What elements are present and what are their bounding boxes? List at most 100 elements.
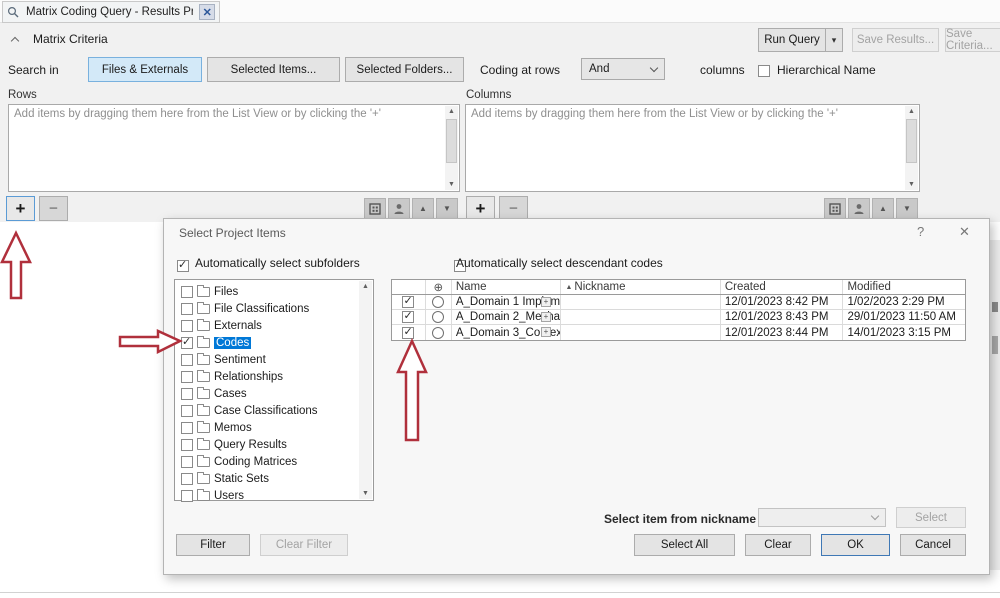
column-header-nickname[interactable]: ▲ Nickname bbox=[561, 280, 720, 294]
row-radio-button[interactable] bbox=[432, 296, 444, 308]
row-expand-icon[interactable]: + bbox=[541, 297, 551, 307]
row-radio-button[interactable] bbox=[432, 327, 444, 339]
tree-item-cases[interactable]: Cases bbox=[181, 386, 357, 402]
tree-item-checkbox[interactable] bbox=[181, 371, 193, 383]
scroll-up-icon[interactable]: ▲ bbox=[362, 283, 369, 290]
tree-item-users[interactable]: Users bbox=[181, 488, 357, 504]
ok-button[interactable]: OK bbox=[821, 534, 890, 556]
select-button[interactable]: Select bbox=[896, 507, 966, 528]
run-query-button[interactable]: Run Query bbox=[758, 28, 826, 52]
scope-files-externals-label: Files & Externals bbox=[102, 64, 188, 76]
matrix-grid-icon bbox=[829, 203, 841, 215]
tree-item-checkbox[interactable] bbox=[181, 303, 193, 315]
tree-item-query-results[interactable]: Query Results bbox=[181, 437, 357, 453]
tree-item-relationships[interactable]: Relationships bbox=[181, 369, 357, 385]
rows-scrollbar-thumb[interactable] bbox=[446, 119, 457, 163]
auto-select-subfolders-checkbox[interactable] bbox=[177, 260, 189, 272]
save-results-button[interactable]: Save Results... bbox=[852, 28, 939, 52]
rows-user-button[interactable] bbox=[388, 198, 410, 219]
column-header-name[interactable]: Name bbox=[452, 280, 562, 294]
tree-item-files[interactable]: Files bbox=[181, 284, 357, 300]
checkbox-column-header[interactable] bbox=[392, 280, 426, 294]
scroll-up-icon[interactable]: ▲ bbox=[448, 108, 455, 115]
tree-item-checkbox[interactable] bbox=[181, 405, 193, 417]
dialog-close-icon[interactable]: ✕ bbox=[959, 224, 970, 240]
expand-all-column-header[interactable]: ⊕ bbox=[426, 280, 452, 294]
tree-item-checkbox[interactable] bbox=[181, 422, 193, 434]
rows-move-up-button[interactable]: ▲ bbox=[412, 198, 434, 219]
scroll-down-icon[interactable]: ▼ bbox=[362, 490, 369, 497]
tree-item-sentiment[interactable]: Sentiment bbox=[181, 352, 357, 368]
clear-button[interactable]: Clear bbox=[745, 534, 811, 556]
columns-move-down-button[interactable]: ▼ bbox=[896, 198, 918, 219]
minus-icon: − bbox=[49, 200, 58, 217]
tab-close-icon[interactable]: ✕ bbox=[199, 4, 215, 20]
help-icon[interactable]: ? bbox=[917, 224, 924, 239]
row-created-cell: 12/01/2023 8:43 PM bbox=[721, 310, 844, 324]
columns-user-button[interactable] bbox=[848, 198, 870, 219]
row-created-cell: 12/01/2023 8:44 PM bbox=[721, 325, 844, 340]
tree-item-coding-matrices[interactable]: Coding Matrices bbox=[181, 454, 357, 470]
run-query-dropdown-button[interactable]: ▾ bbox=[825, 28, 843, 52]
row-checkbox[interactable] bbox=[402, 327, 414, 339]
scope-selected-items-label: Selected Items... bbox=[231, 64, 317, 76]
tree-item-case-classifications[interactable]: Case Classifications bbox=[181, 403, 357, 419]
folder-tree-scrollbar[interactable]: ▲ ▼ bbox=[359, 281, 372, 499]
filter-button[interactable]: Filter bbox=[176, 534, 250, 556]
tree-item-codes[interactable]: Codes bbox=[181, 335, 357, 351]
columns-drop-panel[interactable]: Add items by dragging them here from the… bbox=[465, 104, 920, 192]
row-expand-icon[interactable]: + bbox=[541, 312, 551, 322]
column-header-modified[interactable]: Modified bbox=[843, 280, 965, 294]
save-criteria-button[interactable]: Save Criteria... bbox=[945, 28, 1000, 52]
scroll-down-icon[interactable]: ▼ bbox=[448, 181, 455, 188]
row-checkbox[interactable] bbox=[402, 311, 414, 323]
tree-item-checkbox[interactable] bbox=[181, 456, 193, 468]
row-created-cell: 12/01/2023 8:42 PM bbox=[721, 295, 844, 309]
tree-item-static-sets[interactable]: Static Sets bbox=[181, 471, 357, 487]
row-expand-icon[interactable]: + bbox=[541, 327, 551, 337]
columns-scrollbar-thumb[interactable] bbox=[906, 119, 917, 163]
nickname-combobox[interactable] bbox=[758, 508, 886, 527]
columns-automatic-matrix-button[interactable] bbox=[824, 198, 846, 219]
rows-remove-button[interactable]: − bbox=[39, 196, 68, 221]
folder-icon bbox=[197, 287, 210, 297]
scroll-down-icon[interactable]: ▼ bbox=[908, 181, 915, 188]
tree-item-checkbox[interactable] bbox=[181, 388, 193, 400]
rows-add-button[interactable]: + bbox=[6, 196, 35, 221]
rows-move-down-button[interactable]: ▼ bbox=[436, 198, 458, 219]
cancel-button[interactable]: Cancel bbox=[900, 534, 966, 556]
tree-item-checkbox[interactable] bbox=[181, 439, 193, 451]
person-icon bbox=[393, 203, 405, 215]
table-row[interactable]: A_Domain 2_Mechanisms of12/01/2023 8:43 … bbox=[392, 310, 965, 325]
rows-drop-panel[interactable]: Add items by dragging them here from the… bbox=[8, 104, 460, 192]
row-checkbox[interactable] bbox=[402, 296, 414, 308]
scope-selected-folders-button[interactable]: Selected Folders... bbox=[345, 57, 464, 82]
scroll-up-icon[interactable]: ▲ bbox=[908, 108, 915, 115]
rows-panel-label: Rows bbox=[8, 89, 37, 101]
scope-selected-items-button[interactable]: Selected Items... bbox=[207, 57, 340, 82]
operator-combobox[interactable]: And bbox=[581, 58, 665, 80]
column-header-created[interactable]: Created bbox=[721, 280, 844, 294]
row-radio-button[interactable] bbox=[432, 311, 444, 323]
tree-item-checkbox[interactable] bbox=[181, 286, 193, 298]
tree-item-label: Sentiment bbox=[214, 354, 266, 366]
tree-item-label: Coding Matrices bbox=[214, 456, 297, 468]
ok-label: OK bbox=[847, 539, 864, 551]
tree-item-memos[interactable]: Memos bbox=[181, 420, 357, 436]
table-row[interactable]: A_Domain 3_Context_How d12/01/2023 8:44 … bbox=[392, 325, 965, 340]
tree-item-file-classifications[interactable]: File Classifications bbox=[181, 301, 357, 317]
select-all-button[interactable]: Select All bbox=[634, 534, 735, 556]
select-project-items-dialog: Select Project Items ? ✕ Automatically s… bbox=[163, 218, 990, 575]
query-magnifier-icon bbox=[7, 6, 20, 19]
scope-files-externals-button[interactable]: Files & Externals bbox=[88, 57, 202, 82]
hierarchical-name-checkbox[interactable] bbox=[758, 65, 770, 77]
columns-move-up-button[interactable]: ▲ bbox=[872, 198, 894, 219]
tab-results-preview[interactable]: Matrix Coding Query - Results Preview ✕ bbox=[2, 1, 220, 23]
tree-item-checkbox[interactable] bbox=[181, 473, 193, 485]
tree-item-label: Case Classifications bbox=[214, 405, 318, 417]
rows-automatic-matrix-button[interactable] bbox=[364, 198, 386, 219]
clear-filter-button[interactable]: Clear Filter bbox=[260, 534, 348, 556]
tree-item-checkbox[interactable] bbox=[181, 490, 193, 502]
tree-item-externals[interactable]: Externals bbox=[181, 318, 357, 334]
table-row[interactable]: A_Domain 1 Implementation12/01/2023 8:42… bbox=[392, 295, 965, 310]
